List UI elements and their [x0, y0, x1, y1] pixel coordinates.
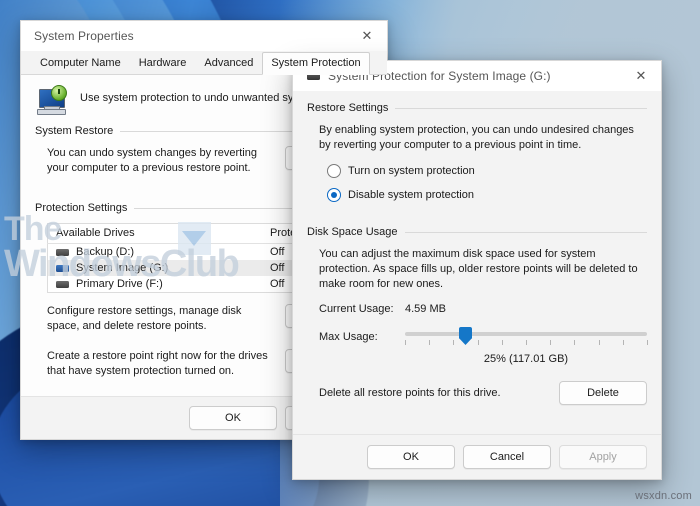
tab-computer-name[interactable]: Computer Name: [31, 52, 130, 74]
slider-tick: [453, 340, 455, 345]
tab-hardware[interactable]: Hardware: [130, 52, 196, 74]
drive-icon: [56, 248, 69, 256]
slider-tick: [622, 340, 624, 345]
radio-turn-on-system-protection[interactable]: Turn on system protection: [307, 164, 647, 178]
ok-button[interactable]: OK: [189, 406, 277, 430]
slider-tick: [501, 340, 503, 345]
system-protection-dialog: System Protection for System Image (G:) …: [292, 60, 662, 480]
cancel-button[interactable]: Cancel: [463, 445, 551, 469]
close-icon[interactable]: ✕: [347, 21, 387, 51]
configure-description: Configure restore settings, manage disk …: [47, 305, 242, 332]
slider-tick: [429, 340, 431, 345]
delete-button[interactable]: Delete: [559, 381, 647, 405]
radio-label: Turn on system protection: [348, 165, 475, 177]
slider-tick: [647, 340, 648, 345]
tab-advanced[interactable]: Advanced: [195, 52, 262, 74]
current-usage-value: 4.59 MB: [405, 303, 446, 315]
protection-settings-group-label: Protection Settings: [35, 202, 128, 214]
drive-icon: [56, 264, 69, 272]
current-usage-row: Current Usage: 4.59 MB: [307, 303, 647, 315]
radio-disable-system-protection[interactable]: Disable system protection: [307, 188, 647, 202]
disk-space-usage-group-header: Disk Space Usage: [307, 226, 647, 238]
radio-label: Disable system protection: [348, 189, 474, 201]
slider-tick: [574, 340, 576, 345]
system-properties-titlebar[interactable]: System Properties ✕: [21, 21, 387, 51]
disk-space-usage-group-label: Disk Space Usage: [307, 226, 398, 238]
system-properties-tabstrip: Computer Name Hardware Advanced System P…: [21, 51, 387, 75]
restore-settings-description: By enabling system protection, you can u…: [319, 124, 634, 151]
drive-label: Primary Drive (F:): [76, 278, 163, 290]
current-usage-label: Current Usage:: [319, 303, 394, 315]
drive-label: Backup (D:): [76, 246, 135, 258]
tab-system-protection[interactable]: System Protection: [262, 52, 370, 75]
group-divider: [404, 231, 647, 233]
max-usage-label: Max Usage:: [319, 331, 378, 343]
slider-track[interactable]: [405, 327, 647, 345]
slider-value-label: 25% (117.01 GB): [483, 353, 569, 365]
system-properties-title: System Properties: [34, 29, 134, 43]
system-protection-footer: OK Cancel Apply: [293, 434, 661, 479]
slider-tick: [477, 340, 479, 345]
source-watermark: wsxdn.com: [635, 490, 692, 502]
radio-icon: [327, 164, 341, 178]
restore-settings-group: Restore Settings By enabling system prot…: [307, 102, 647, 202]
apply-button[interactable]: Apply: [559, 445, 647, 469]
column-available-drives: Available Drives: [47, 223, 262, 244]
max-usage-row: Max Usage: 25% (117.01 GB): [307, 327, 648, 365]
system-restore-group-label: System Restore: [35, 125, 114, 137]
disk-space-usage-description: You can adjust the maximum disk space us…: [319, 248, 638, 290]
ok-button[interactable]: OK: [367, 445, 455, 469]
drive-label: System Image (G:): [76, 262, 169, 274]
delete-description: Delete all restore points for this drive…: [319, 387, 501, 399]
slider-tick: [550, 340, 552, 345]
system-restore-description: You can undo system changes by reverting…: [47, 147, 257, 174]
radio-icon-selected: [327, 188, 341, 202]
max-usage-slider[interactable]: 25% (117.01 GB): [405, 327, 648, 365]
slider-ticks: [405, 340, 648, 347]
disk-space-usage-group: Disk Space Usage You can adjust the maxi…: [307, 226, 648, 405]
slider-tick: [405, 340, 406, 345]
delete-restore-points-row: Delete all restore points for this drive…: [307, 381, 647, 405]
create-description: Create a restore point right now for the…: [47, 350, 268, 377]
group-divider: [395, 107, 647, 109]
slider-tick: [526, 340, 527, 345]
close-icon[interactable]: ✕: [621, 61, 661, 91]
restore-settings-group-label: Restore Settings: [307, 102, 389, 114]
system-protection-body: Restore Settings By enabling system prot…: [293, 91, 661, 434]
computer-protection-icon: [35, 85, 69, 115]
drive-icon: [56, 280, 69, 288]
restore-settings-group-header: Restore Settings: [307, 102, 647, 114]
slider-tick: [598, 340, 600, 345]
